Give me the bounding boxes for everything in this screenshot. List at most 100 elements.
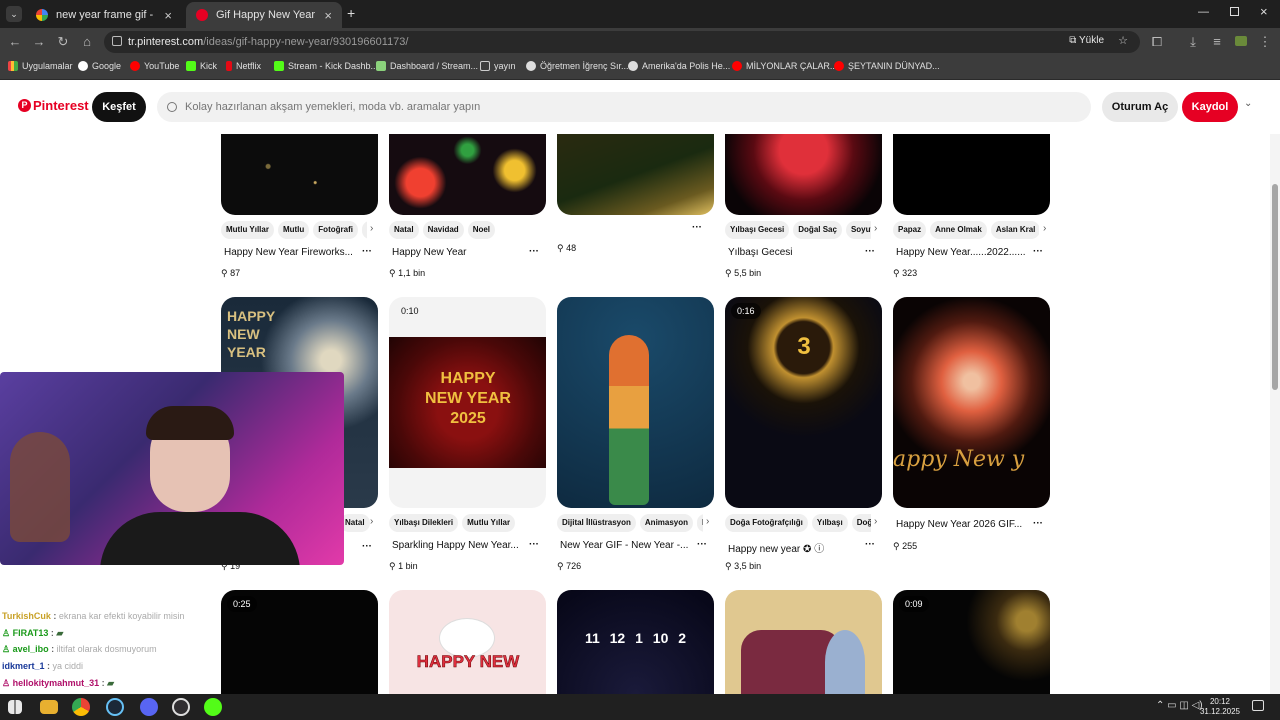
tag-chip[interactable]: Aslan Kral bbox=[990, 221, 1039, 239]
pin-image[interactable] bbox=[389, 134, 546, 215]
pin-title[interactable]: Happy New Year Fireworks... bbox=[224, 247, 353, 258]
tag-chip[interactable]: Natal bbox=[340, 514, 370, 532]
tag-chip[interactable]: Yılbaşı Dilekleri bbox=[389, 514, 459, 532]
chevron-right-icon[interactable]: › bbox=[1043, 223, 1046, 234]
tab-search-icon[interactable]: ⌄ bbox=[6, 6, 22, 22]
new-tab-icon[interactable]: + bbox=[347, 5, 355, 21]
close-tab-icon[interactable]: × bbox=[164, 8, 172, 23]
tag-chip[interactable]: Mutlu Yıllar bbox=[462, 514, 516, 532]
pin-image[interactable] bbox=[725, 134, 882, 215]
download-icon[interactable]: ⤓ bbox=[1184, 33, 1202, 51]
vertical-scrollbar[interactable] bbox=[1270, 134, 1280, 694]
obs-icon[interactable] bbox=[172, 698, 190, 716]
pinterest-logo[interactable]: P Pinterest bbox=[18, 98, 89, 113]
more-options-icon[interactable]: ··· bbox=[362, 541, 372, 552]
install-button[interactable]: ⧉ Yükle bbox=[1069, 35, 1104, 46]
chevron-right-icon[interactable]: › bbox=[874, 516, 877, 527]
tag-chip[interactable]: Yılbaşı bbox=[811, 514, 848, 532]
tag-chip[interactable]: Natal bbox=[389, 221, 419, 239]
chevron-right-icon[interactable]: › bbox=[874, 223, 877, 234]
tag-chip[interactable]: Noel bbox=[467, 221, 496, 239]
site-info-icon[interactable] bbox=[112, 36, 122, 46]
file-explorer-icon[interactable] bbox=[40, 700, 58, 714]
login-button[interactable]: Oturum Aç bbox=[1102, 92, 1178, 122]
tag-chip[interactable]: Doğa bbox=[851, 514, 871, 532]
more-options-icon[interactable]: ··· bbox=[529, 539, 539, 550]
discord-icon[interactable] bbox=[140, 698, 158, 716]
bookmark-ogretmen[interactable]: Öğretmen İğrenç Sır... bbox=[526, 61, 629, 71]
address-bar[interactable]: tr.pinterest.com/ideas/gif-happy-new-yea… bbox=[104, 31, 1140, 53]
chevron-right-icon[interactable]: › bbox=[370, 516, 373, 527]
pin-image[interactable]: 11 12 1 10 2 bbox=[557, 590, 714, 694]
tag-chip[interactable]: Doğa Fotoğrafçılığı bbox=[725, 514, 808, 532]
tag-chip[interactable]: Papaz bbox=[893, 221, 927, 239]
pin-video[interactable]: 0:25 bbox=[221, 590, 378, 694]
tag-chip[interactable]: Animasyon bbox=[639, 514, 694, 532]
bookmark-yayin[interactable]: yayın bbox=[480, 61, 516, 71]
taskbar-clock[interactable]: 20:12 31.12.2025 bbox=[1196, 697, 1244, 717]
chevron-right-icon[interactable]: › bbox=[706, 516, 709, 527]
more-options-icon[interactable]: ··· bbox=[865, 539, 875, 550]
bookmark-youtube[interactable]: YouTube bbox=[130, 61, 179, 71]
tag-chip[interactable]: Fotoğrafi bbox=[313, 221, 358, 239]
profile-icon[interactable] bbox=[1232, 33, 1250, 51]
tag-chip[interactable]: R bbox=[697, 514, 703, 532]
bookmark-google[interactable]: Google bbox=[78, 61, 121, 71]
tag-chip[interactable]: Soyut bbox=[845, 221, 871, 239]
pin-title[interactable]: Happy New Year 2026 GIF... bbox=[896, 519, 1022, 530]
more-options-icon[interactable]: ··· bbox=[1033, 246, 1043, 257]
bookmark-seytanin[interactable]: ŞEYTANIN DÜNYAD... bbox=[834, 61, 940, 71]
close-window-icon[interactable]: × bbox=[1260, 4, 1268, 19]
chevron-right-icon[interactable]: › bbox=[370, 223, 373, 234]
tab-pinterest[interactable]: Gif Happy New Year × bbox=[186, 2, 342, 28]
tag-chip[interactable]: Yılbaşı Gecesi bbox=[725, 221, 790, 239]
pin-title[interactable]: Happy New Year bbox=[392, 247, 467, 258]
pin-title[interactable]: New Year GIF - New Year -... bbox=[560, 540, 688, 551]
tag-chip[interactable]: N bbox=[361, 221, 367, 239]
pin-image[interactable]: HAPPY NEW bbox=[389, 590, 546, 694]
pin-image[interactable] bbox=[893, 134, 1050, 215]
more-options-icon[interactable]: ··· bbox=[692, 222, 702, 233]
pin-image[interactable] bbox=[221, 134, 378, 215]
signup-button[interactable]: Kaydol bbox=[1182, 92, 1238, 122]
restore-icon[interactable] bbox=[1230, 7, 1239, 16]
tag-chip[interactable]: Mutlu Yıllar bbox=[221, 221, 274, 239]
pin-title[interactable]: Happy New Year......2022......... bbox=[896, 247, 1026, 258]
bookmark-kick-dashboard[interactable]: Stream - Kick Dashb... bbox=[274, 61, 378, 71]
back-icon[interactable]: ← bbox=[6, 33, 24, 51]
scrollbar-thumb[interactable] bbox=[1272, 184, 1278, 390]
pin-image[interactable] bbox=[725, 590, 882, 694]
more-options-icon[interactable]: ··· bbox=[865, 246, 875, 257]
tag-chip[interactable]: Anne Olmak bbox=[930, 221, 987, 239]
bookmark-kick[interactable]: Kick bbox=[186, 61, 217, 71]
tab-google[interactable]: new year frame gif - Google'da × bbox=[26, 2, 182, 28]
pin-video[interactable]: 0:16 3 bbox=[725, 297, 882, 508]
extensions-icon[interactable]: ⧠ bbox=[1148, 33, 1166, 51]
steam-icon[interactable] bbox=[106, 698, 124, 716]
pin-image[interactable] bbox=[557, 134, 714, 215]
search-input[interactable]: Kolay hazırlanan akşam yemekleri, moda v… bbox=[157, 92, 1091, 122]
pin-title[interactable]: Happy new year ✪ ⓘ bbox=[728, 540, 824, 555]
reload-icon[interactable]: ↻ bbox=[54, 33, 72, 51]
tag-chip[interactable]: Doğal Saç bbox=[793, 221, 842, 239]
pin-title[interactable]: Yılbaşı Gecesi bbox=[728, 247, 792, 258]
minimize-icon[interactable]: — bbox=[1198, 6, 1209, 18]
pin-image[interactable]: appy New y bbox=[893, 297, 1050, 508]
pin-video[interactable]: 0:10 HAPPY NEW YEAR 2025 bbox=[389, 297, 546, 508]
bookmark-dashboard[interactable]: Dashboard / Stream... bbox=[376, 61, 478, 71]
menu-icon[interactable]: ⋮ bbox=[1256, 33, 1274, 51]
forward-icon[interactable]: → bbox=[30, 33, 48, 51]
close-tab-icon[interactable]: × bbox=[324, 8, 332, 23]
pin-video[interactable]: 0:09 bbox=[893, 590, 1050, 694]
chrome-icon[interactable] bbox=[72, 698, 90, 716]
kick-app-icon[interactable] bbox=[204, 698, 222, 716]
bookmark-milyonlar[interactable]: MİLYONLAR ÇALAR... bbox=[732, 61, 837, 71]
notification-icon[interactable] bbox=[1252, 700, 1264, 711]
chevron-down-icon[interactable]: ⌄ bbox=[1244, 98, 1252, 109]
more-options-icon[interactable]: ··· bbox=[362, 246, 372, 257]
explore-button[interactable]: Keşfet bbox=[92, 92, 146, 122]
windows-start-icon[interactable] bbox=[8, 700, 22, 714]
tag-chip[interactable]: Mutlu bbox=[277, 221, 310, 239]
home-icon[interactable]: ⌂ bbox=[78, 33, 96, 51]
tag-chip[interactable]: Navidad bbox=[422, 221, 464, 239]
